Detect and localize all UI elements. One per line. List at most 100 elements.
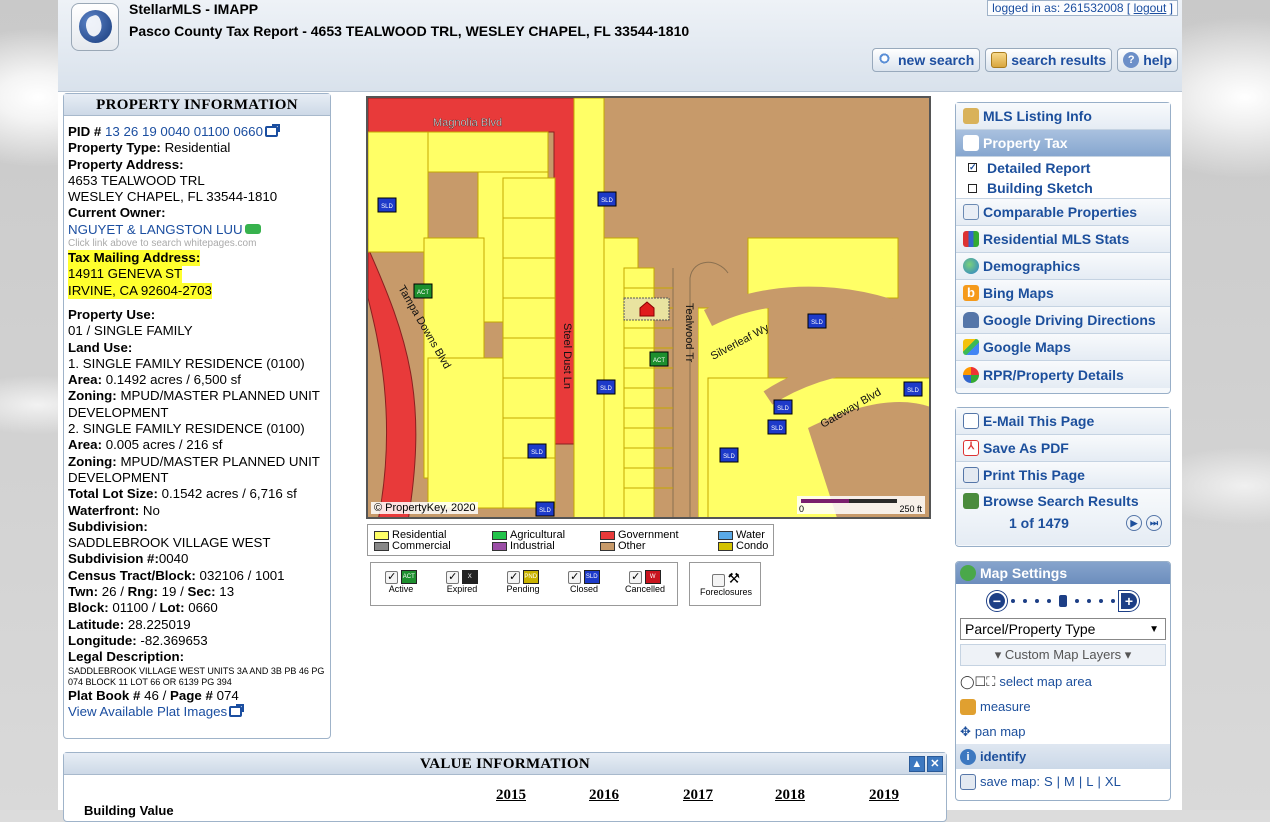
residential-swatch: [374, 531, 389, 540]
login-status: logged in as: 261532008 [ logout ]: [987, 0, 1178, 16]
browse-search-results[interactable]: Browse Search Results: [963, 493, 1170, 509]
measure-tool[interactable]: measure: [956, 694, 1170, 719]
pdf-icon: ⅄: [963, 440, 979, 456]
pending-flag-icon: PND: [522, 570, 539, 584]
save-map-s[interactable]: S: [1044, 774, 1053, 789]
cancelled-flag-icon: W: [644, 570, 661, 584]
svg-text:SLD: SLD: [531, 450, 543, 456]
last-icon[interactable]: ⏭: [1146, 515, 1162, 531]
value-panel-title: VALUE INFORMATION ▲ ✕: [64, 753, 946, 775]
envelope-icon: [963, 413, 979, 429]
app-name: StellarMLS - IMAPP: [129, 1, 259, 17]
parcel-map-drawing: Magnolia Blvd Tampa Downs Blvd Steel Dus…: [368, 98, 929, 517]
browse-count: 1 of 1479: [1009, 515, 1069, 531]
svg-text:Steel Dust Ln: Steel Dust Ln: [561, 323, 573, 389]
print-page-button[interactable]: Print This Page: [956, 462, 1170, 489]
pid-link[interactable]: 13 26 19 0040 01100 0660: [105, 124, 263, 139]
save-map-l[interactable]: L: [1086, 774, 1093, 789]
save-pdf-button[interactable]: ⅄ Save As PDF: [956, 435, 1170, 462]
svg-text:SLD: SLD: [539, 508, 551, 514]
email-page-button[interactable]: E-Mail This Page: [956, 408, 1170, 435]
report-title: Pasco County Tax Report - 4653 TEALWOOD …: [129, 23, 690, 39]
nav-comparable-properties[interactable]: Comparable Properties: [956, 199, 1170, 226]
zoom-slider-handle[interactable]: [1059, 595, 1067, 607]
external-link-icon[interactable]: [229, 703, 245, 717]
panel-title: PROPERTY INFORMATION: [64, 94, 330, 116]
logout-link[interactable]: logout: [1134, 1, 1167, 15]
car-icon: [963, 312, 979, 328]
info-icon: i: [960, 748, 976, 765]
filter-expired[interactable]: ✓ X Expired: [432, 570, 492, 594]
ruler-icon: [960, 698, 976, 715]
help-button[interactable]: ? help: [1117, 48, 1178, 72]
nav-residential-mls-stats[interactable]: Residential MLS Stats: [956, 226, 1170, 253]
search-icon: [878, 52, 894, 68]
owner-whitepages-link[interactable]: NGUYET & LANGSTON LUU: [68, 222, 243, 237]
select-map-area-tool[interactable]: ◯☐⛶ select map area: [956, 669, 1170, 694]
filter-foreclosures[interactable]: ⚒ Foreclosures: [689, 562, 761, 606]
zoom-in-button[interactable]: +: [1119, 591, 1139, 611]
browse-icon: [963, 493, 979, 509]
rpr-icon: [963, 366, 979, 383]
listing-status-filters: ✓ ACT Active ✓ X Expired ✓ PND Pending ✓ SL…: [370, 562, 678, 606]
expired-flag-icon: X: [461, 570, 478, 584]
next-icon[interactable]: ▶: [1126, 515, 1142, 531]
map-scale-bar: 0 250 ft: [797, 496, 925, 514]
external-link-icon[interactable]: [264, 124, 280, 137]
nav-detailed-report[interactable]: ✓ Detailed Report: [956, 157, 1170, 178]
nav-rpr-property-details[interactable]: RPR/Property Details: [956, 361, 1170, 388]
save-map-xl[interactable]: XL: [1105, 774, 1121, 789]
browse-results-section: Browse Search Results 1 of 1479 ▶ ⏭: [956, 489, 1170, 545]
collapse-panel-button[interactable]: ▲: [909, 756, 925, 772]
save-map-row: save map: S | M | L | XL: [956, 769, 1170, 794]
map-settings-title: Map Settings: [956, 562, 1170, 584]
svg-text:SLD: SLD: [777, 406, 789, 412]
nav-google-maps[interactable]: Google Maps: [956, 334, 1170, 361]
box-icon: [968, 183, 977, 193]
svg-text:ACT: ACT: [417, 290, 429, 296]
stellarmls-logo: [71, 3, 119, 51]
save-map-m[interactable]: M: [1064, 774, 1075, 789]
industrial-swatch: [492, 542, 507, 551]
close-panel-button[interactable]: ✕: [927, 756, 943, 772]
filter-cancelled[interactable]: ✓ W Cancelled: [615, 570, 675, 594]
commercial-swatch: [374, 542, 389, 551]
page-actions-panel: E-Mail This Page ⅄ Save As PDF Print This…: [955, 407, 1171, 547]
svg-text:Magnolia Blvd: Magnolia Blvd: [433, 117, 502, 129]
zoom-slider[interactable]: − +: [956, 584, 1170, 618]
condo-swatch: [718, 542, 733, 551]
checked-box-icon: ✓: [968, 162, 977, 172]
results-list-icon: [991, 52, 1008, 68]
parcel-map[interactable]: Magnolia Blvd Tampa Downs Blvd Steel Dus…: [366, 96, 931, 519]
water-swatch: [718, 531, 733, 540]
select-shapes-icon: ◯☐⛶: [960, 673, 996, 689]
whitepages-icon[interactable]: [244, 223, 261, 234]
nav-building-sketch[interactable]: Building Sketch: [956, 178, 1170, 199]
header: StellarMLS - IMAPP Pasco County Tax Repo…: [58, 0, 1182, 92]
zoom-out-button[interactable]: −: [987, 591, 1007, 611]
filter-active[interactable]: ✓ ACT Active: [371, 570, 431, 594]
svg-text:SLD: SLD: [907, 388, 919, 394]
closed-flag-icon: SLD: [583, 570, 600, 584]
custom-map-layers-toggle[interactable]: ▾ Custom Map Layers ▾: [960, 644, 1166, 666]
plat-images-link[interactable]: View Available Plat Images: [68, 704, 227, 719]
nav-property-tax[interactable]: Property Tax: [956, 130, 1170, 157]
government-swatch: [600, 531, 615, 540]
other-swatch: [600, 542, 615, 551]
svg-text:ACT: ACT: [653, 358, 665, 364]
identify-tool[interactable]: i identify: [956, 744, 1170, 769]
bing-logo-icon: b: [963, 285, 979, 301]
pan-arrows-icon: ✥: [960, 723, 971, 739]
filter-closed[interactable]: ✓ SLD Closed: [554, 570, 614, 594]
nav-google-driving-directions[interactable]: Google Driving Directions: [956, 307, 1170, 334]
nav-demographics[interactable]: Demographics: [956, 253, 1170, 280]
map-layer-select[interactable]: Parcel/Property Type ▼: [960, 618, 1166, 640]
nav-bing-maps[interactable]: b Bing Maps: [956, 280, 1170, 307]
svg-text:SLD: SLD: [811, 320, 823, 326]
nav-mls-listing-info[interactable]: MLS Listing Info: [956, 103, 1170, 130]
search-results-button[interactable]: search results: [985, 48, 1113, 72]
google-maps-icon: [963, 339, 979, 355]
new-search-button[interactable]: new search: [872, 48, 981, 72]
pan-map-tool[interactable]: ✥ pan map: [956, 719, 1170, 744]
filter-pending[interactable]: ✓ PND Pending: [493, 570, 553, 594]
